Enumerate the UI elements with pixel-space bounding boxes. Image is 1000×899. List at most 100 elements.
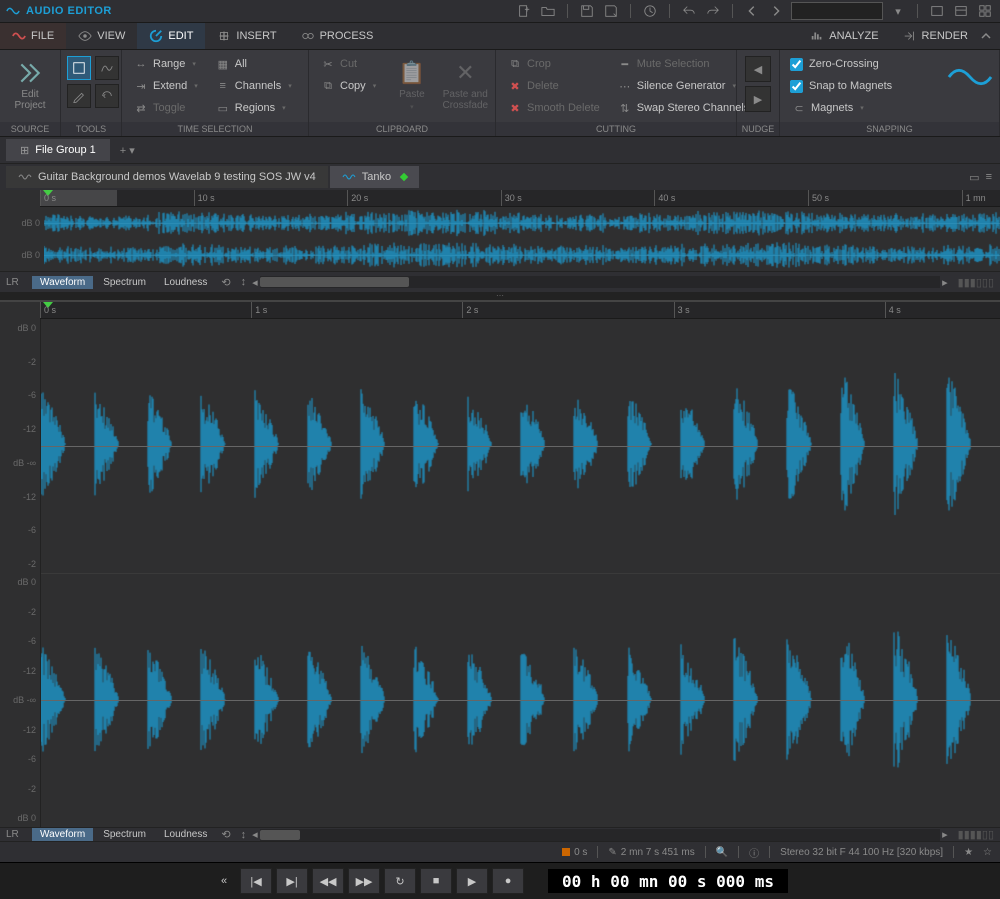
cut-button[interactable]: ✂Cut — [315, 54, 382, 74]
channels-button[interactable]: ≡Channels▾ — [210, 76, 298, 96]
overview-ruler[interactable]: 0 s 10 s 20 s 30 s 40 s 50 s 1 mn — [40, 190, 1000, 207]
delete-button[interactable]: ✖Delete — [502, 76, 606, 96]
tab-render[interactable]: RENDER — [891, 23, 980, 49]
play-tool-icon[interactable] — [95, 84, 119, 108]
tab-edit[interactable]: EDIT — [137, 23, 205, 49]
edit-project-button[interactable]: Edit Project — [6, 54, 54, 116]
file-list-icon[interactable]: ≡ — [986, 171, 992, 184]
view-sync-icon[interactable]: ↕ — [237, 276, 251, 288]
paste-crossfade-button[interactable]: ✕Paste and Crossfade — [442, 54, 489, 116]
swap-stereo-button[interactable]: ⇅Swap Stereo Channels — [612, 98, 756, 118]
paste-icon: 📋 — [398, 60, 425, 86]
flag-icon — [562, 848, 570, 856]
status-zoom-icon[interactable]: 🔍 — [716, 847, 728, 858]
scroll-left-icon[interactable]: ◂ — [252, 276, 258, 289]
open-folder-icon[interactable] — [539, 2, 557, 20]
tab-analyze-label: ANALYZE — [829, 30, 878, 42]
view-spectrum-tab[interactable]: Spectrum — [95, 276, 154, 289]
save-as-icon[interactable] — [602, 2, 620, 20]
ribbon-clipboard-label: CLIPBOARD — [309, 122, 495, 136]
crop-button[interactable]: ⧉Crop — [502, 54, 606, 74]
toggle-button[interactable]: ⇄Toggle — [128, 98, 204, 118]
silence-generator-button[interactable]: ⋯Silence Generator▾ — [612, 76, 756, 96]
collapse-ribbon-icon[interactable] — [980, 30, 1000, 42]
overview-scrollbar[interactable] — [260, 276, 941, 288]
rewind-button[interactable]: ◀◀ — [312, 868, 344, 894]
view-loudness-tab[interactable]: Loudness — [156, 276, 215, 289]
main-wave-left[interactable] — [41, 319, 1000, 573]
play-button[interactable]: ▶ — [456, 868, 488, 894]
status-info-icon[interactable]: ⓘ — [749, 845, 759, 860]
range-button[interactable]: ↔Range▾ — [128, 54, 204, 74]
copy-button[interactable]: ⧉Copy▾ — [315, 76, 382, 96]
title-combo[interactable] — [791, 2, 883, 20]
scroll-left-icon[interactable]: ◂ — [252, 828, 258, 841]
fast-forward-button[interactable]: ▶▶ — [348, 868, 380, 894]
split-handle[interactable]: ⋯ — [0, 292, 1000, 300]
undo-history-icon[interactable] — [641, 2, 659, 20]
overview-wave-right[interactable] — [44, 239, 1000, 271]
envelope-tool-icon[interactable] — [95, 56, 119, 80]
loop-button[interactable]: ↻ — [384, 868, 416, 894]
mute-selection-button[interactable]: ━Mute Selection — [612, 54, 756, 74]
nav-forward-icon[interactable] — [767, 2, 785, 20]
go-end-button[interactable]: ▶| — [276, 868, 308, 894]
view-options-icon[interactable]: ⟲ — [217, 828, 234, 841]
view-spectrum-tab[interactable]: Spectrum — [95, 828, 154, 841]
status-star-icon[interactable]: ★ — [964, 847, 973, 858]
redo-icon[interactable] — [704, 2, 722, 20]
save-icon[interactable] — [578, 2, 596, 20]
file-tab-1[interactable]: Guitar Background demos Wavelab 9 testin… — [6, 166, 328, 188]
file-group-tab[interactable]: ⊞ File Group 1 — [6, 139, 110, 161]
combo-dropdown-icon[interactable]: ▾ — [889, 2, 907, 20]
zero-crossing-checkbox[interactable]: Zero-Crossing — [786, 54, 896, 74]
selection-tool-icon[interactable] — [67, 56, 91, 80]
file-group-icon: ⊞ — [20, 144, 29, 157]
file-tab-2[interactable]: Tanko — [330, 166, 419, 188]
view-loudness-tab[interactable]: Loudness — [156, 828, 215, 841]
tab-process[interactable]: PROCESS — [289, 23, 386, 49]
scroll-right-icon[interactable]: ▸ — [942, 276, 948, 289]
main-scrollbar[interactable] — [260, 829, 941, 841]
tab-analyze[interactable]: ANALYZE — [798, 23, 890, 49]
stop-button[interactable]: ■ — [420, 868, 452, 894]
panel-icon[interactable] — [928, 2, 946, 20]
nudge-left-icon[interactable]: ◀ — [745, 56, 771, 82]
tab-insert[interactable]: INSERT — [205, 23, 288, 49]
paste-button[interactable]: 📋Paste▾ — [388, 54, 435, 116]
snap-magnets-checkbox[interactable]: Snap to Magnets — [786, 76, 896, 96]
undo-icon[interactable] — [680, 2, 698, 20]
extend-button[interactable]: ⇥Extend▾ — [128, 76, 204, 96]
zoom-meter-icon[interactable]: ▮▮▮▮▯▯ — [950, 828, 994, 841]
time-display: 00 h 00 mn 00 s 000 ms — [548, 869, 788, 893]
scroll-right-icon[interactable]: ▸ — [942, 828, 948, 841]
view-waveform-tab[interactable]: Waveform — [32, 276, 93, 289]
main-ruler[interactable]: 0 s 1 s 2 s 3 s 4 s — [40, 302, 1000, 319]
regions-button[interactable]: ▭Regions▾ — [210, 98, 298, 118]
tab-file[interactable]: FILE — [0, 23, 66, 49]
nudge-right-icon[interactable]: ▶ — [745, 86, 771, 112]
nav-back-icon[interactable] — [743, 2, 761, 20]
smooth-delete-button[interactable]: ✖Smooth Delete — [502, 98, 606, 118]
view-waveform-tab[interactable]: Waveform — [32, 828, 93, 841]
go-start-button[interactable]: |◀ — [240, 868, 272, 894]
file-options-icon[interactable]: ▭ — [969, 171, 979, 184]
tiles-icon[interactable] — [976, 2, 994, 20]
magnets-button[interactable]: ⊂Magnets▾ — [786, 98, 896, 118]
new-file-icon[interactable] — [515, 2, 533, 20]
tab-view[interactable]: VIEW — [66, 23, 137, 49]
main-gutter: dB 0 -2 -6 -12 dB -∞ -12 -6 -2 dB 0 -2 -… — [0, 319, 41, 827]
view-sync-icon[interactable]: ↕ — [237, 829, 251, 841]
main-wave-right[interactable] — [41, 573, 1000, 828]
zoom-meter-icon[interactable]: ▮▮▮▯▯▯ — [950, 276, 994, 289]
status-star-outline-icon[interactable]: ☆ — [983, 847, 992, 858]
record-button[interactable]: ● — [492, 868, 524, 894]
rewind-fast-button[interactable]: « — [212, 869, 236, 893]
view-options-icon[interactable]: ⟲ — [217, 276, 234, 289]
overview-wave-left[interactable] — [44, 207, 1000, 239]
file-group-add-button[interactable]: + ▾ — [112, 144, 143, 157]
smooth-delete-icon: ✖ — [508, 101, 522, 115]
layout-icon[interactable] — [952, 2, 970, 20]
pencil-tool-icon[interactable] — [67, 84, 91, 108]
all-button[interactable]: ▦All — [210, 54, 298, 74]
